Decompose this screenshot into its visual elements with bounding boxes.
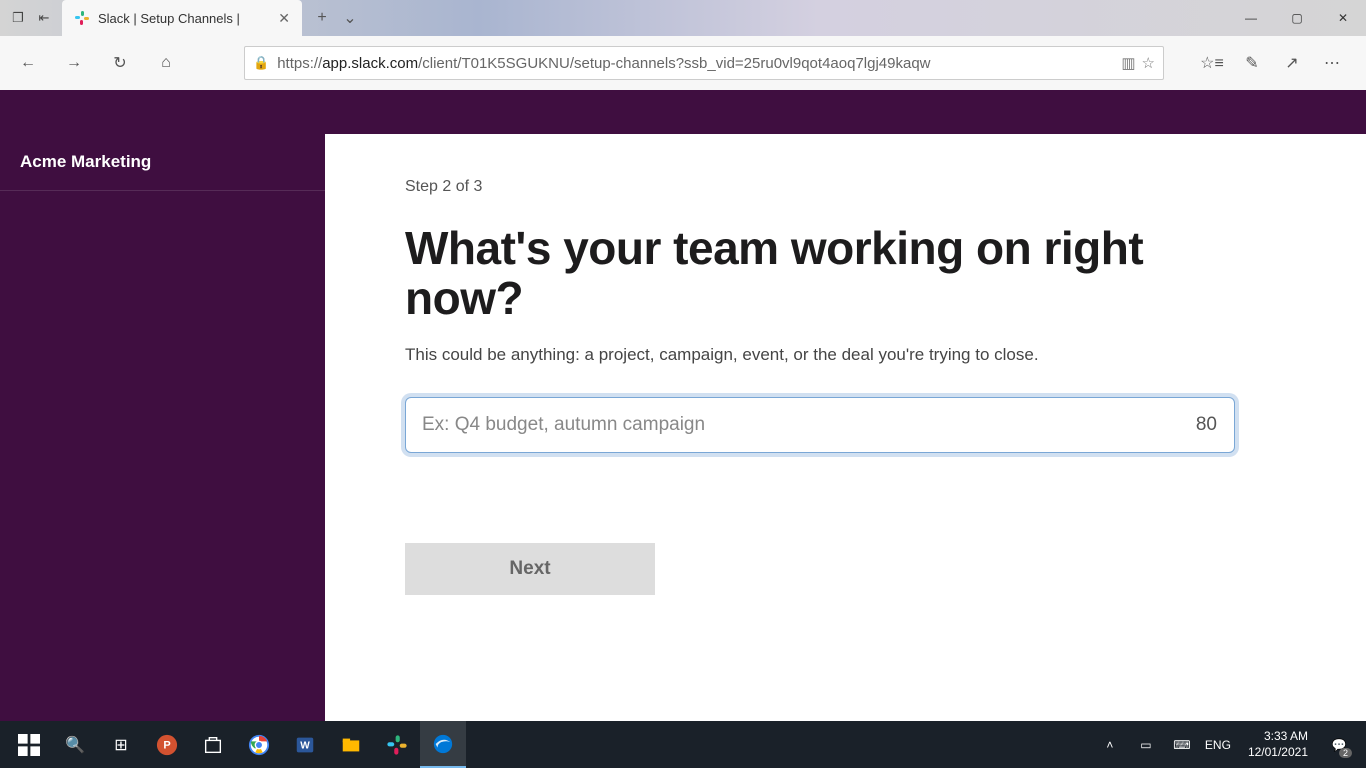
more-icon[interactable]: ⋯ [1314, 45, 1350, 81]
slack-favicon-icon [74, 10, 90, 26]
lock-icon: 🔒 [253, 55, 269, 71]
step-label: Step 2 of 3 [405, 178, 1286, 196]
tab-title: Slack | Setup Channels | [98, 11, 270, 26]
date-text: 12/01/2021 [1248, 745, 1308, 761]
svg-text:P: P [163, 739, 170, 751]
browser-tab[interactable]: Slack | Setup Channels | ✕ [62, 0, 302, 36]
battery-icon[interactable]: ▭ [1132, 738, 1160, 752]
task-view-icon[interactable]: ⊞ [98, 721, 144, 768]
browser-chrome: ❐ ⇤ Slack | Setup Channels | ✕ + ⌄ — ▢ ✕… [0, 0, 1366, 90]
reading-view-icon[interactable]: ▥ [1121, 54, 1135, 72]
edge-icon[interactable] [420, 721, 466, 768]
store-icon[interactable] [190, 721, 236, 768]
minimize-button[interactable]: — [1228, 0, 1274, 36]
refresh-button[interactable]: ↻ [102, 45, 138, 81]
search-icon[interactable]: 🔍 [52, 721, 98, 768]
word-icon[interactable]: W [282, 721, 328, 768]
nav-bar: ← → ↻ ⌂ 🔒 https://app.slack.com/client/T… [0, 36, 1366, 90]
favorite-icon[interactable]: ☆ [1142, 54, 1155, 72]
new-tab-button[interactable]: + [310, 6, 334, 30]
keyboard-icon[interactable]: ⌨ [1168, 738, 1196, 752]
notification-badge: 2 [1339, 748, 1352, 758]
time-text: 3:33 AM [1248, 729, 1308, 745]
slack-app: Acme Marketing Step 2 of 3 What's your t… [0, 90, 1366, 721]
windows-taskbar: 🔍 ⊞ P W ˄ ▭ ⌨ ENG 3:33 AM 12/01/2021 💬2 [0, 721, 1366, 768]
action-center-icon[interactable]: 💬2 [1324, 730, 1354, 760]
tab-actions-icon[interactable]: ❐ [6, 6, 30, 30]
tab-dropdown-icon[interactable]: ⌄ [338, 6, 362, 30]
notes-icon[interactable]: ✎ [1234, 45, 1270, 81]
main-heading: What's your team working on right now? [405, 224, 1245, 323]
favorites-list-icon[interactable]: ☆≡ [1194, 45, 1230, 81]
url-text: https://app.slack.com/client/T01K5SGUKNU… [277, 55, 1113, 72]
slack-taskbar-icon[interactable] [374, 721, 420, 768]
share-icon[interactable]: ↗ [1274, 45, 1310, 81]
powerpoint-icon[interactable]: P [144, 721, 190, 768]
workspace-name: Acme Marketing [0, 134, 325, 191]
sub-text: This could be anything: a project, campa… [405, 345, 1286, 365]
address-bar[interactable]: 🔒 https://app.slack.com/client/T01K5SGUK… [244, 46, 1164, 80]
next-button[interactable]: Next [405, 543, 655, 595]
close-tab-icon[interactable]: ✕ [278, 10, 290, 27]
forward-button[interactable]: → [56, 45, 92, 81]
tab-strip: ❐ ⇤ Slack | Setup Channels | ✕ + ⌄ — ▢ ✕ [0, 0, 1366, 36]
char-count: 80 [1196, 414, 1217, 436]
tray-chevron-icon[interactable]: ˄ [1096, 738, 1124, 752]
clock[interactable]: 3:33 AM 12/01/2021 [1240, 729, 1316, 760]
slack-topbar [0, 90, 1366, 134]
slack-sidebar: Acme Marketing [0, 134, 325, 721]
start-button[interactable] [6, 721, 52, 768]
tab-set-aside-icon[interactable]: ⇤ [32, 6, 56, 30]
svg-text:W: W [300, 740, 310, 751]
home-button[interactable]: ⌂ [148, 45, 184, 81]
slack-main: Step 2 of 3 What's your team working on … [325, 134, 1366, 721]
file-explorer-icon[interactable] [328, 721, 374, 768]
language-indicator[interactable]: ENG [1204, 738, 1232, 752]
back-button[interactable]: ← [10, 45, 46, 81]
project-name-input[interactable] [405, 397, 1235, 453]
maximize-button[interactable]: ▢ [1274, 0, 1320, 36]
close-window-button[interactable]: ✕ [1320, 0, 1366, 36]
chrome-icon[interactable] [236, 721, 282, 768]
